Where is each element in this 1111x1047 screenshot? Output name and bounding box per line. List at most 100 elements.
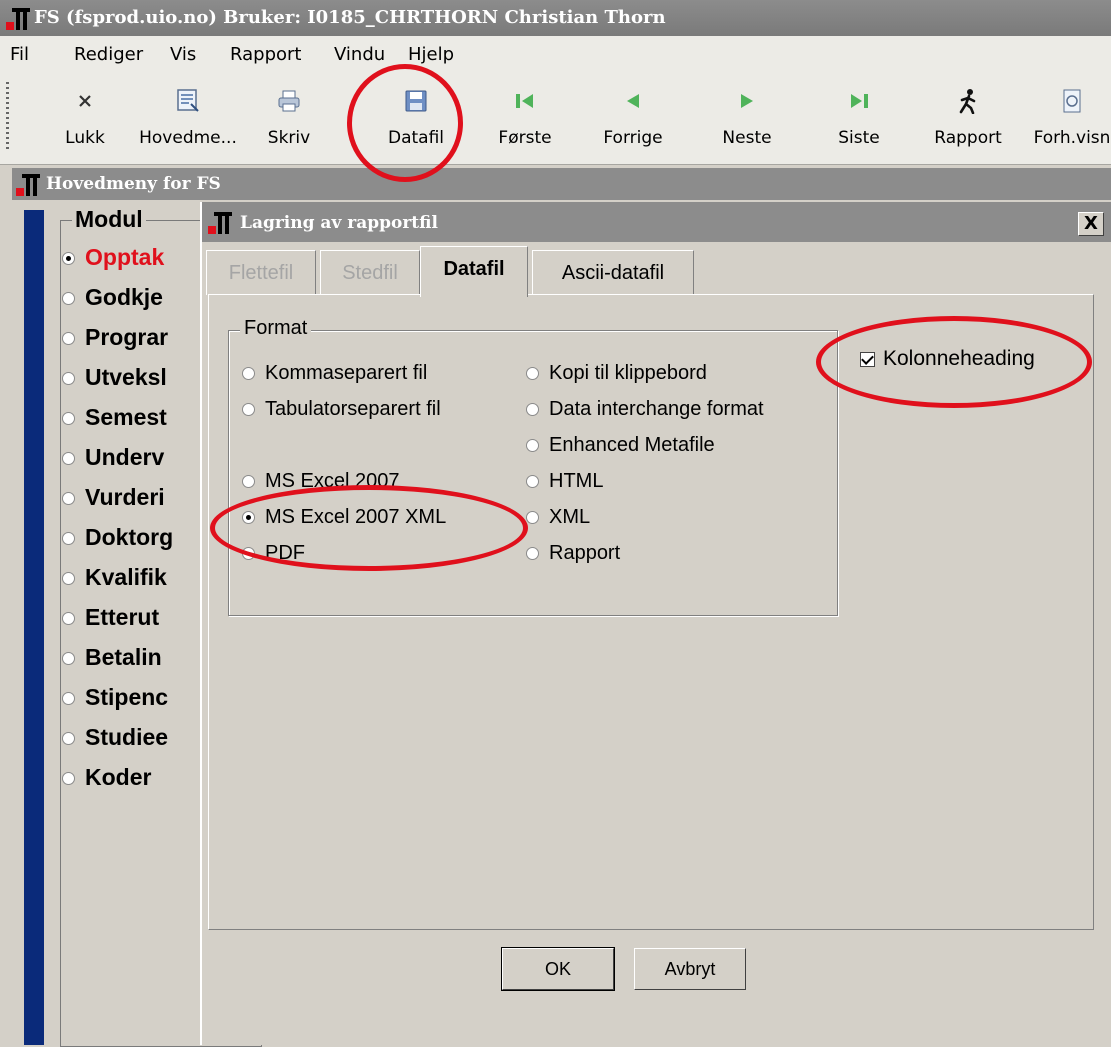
format-option-clipboard[interactable]: Kopi til klippebord xyxy=(526,362,707,385)
main-menu-button[interactable]: Hovedme... xyxy=(128,82,248,152)
tab-flettefil[interactable]: Flettefil xyxy=(206,250,316,295)
module-radio-godkjenning[interactable]: Godkje xyxy=(62,284,163,311)
print-icon xyxy=(256,84,322,118)
module-label: Koder xyxy=(85,764,152,790)
option-label: Rapport xyxy=(549,542,621,564)
preview-button-label: Forh.visn xyxy=(1033,128,1111,148)
previous-button[interactable]: Forrige xyxy=(588,82,678,152)
radio-icon xyxy=(62,652,75,666)
next-record-icon xyxy=(706,84,788,118)
preview-icon xyxy=(1022,84,1111,118)
next-button-label: Neste xyxy=(722,128,772,148)
app-title-bar: FS (fsprod.uio.no) Bruker: I0185_CHRTHOR… xyxy=(0,0,1111,36)
module-radio-opptak[interactable]: Opptak xyxy=(62,244,164,271)
module-radio-doktorgrad[interactable]: Doktorg xyxy=(62,524,173,551)
floppy-disk-icon xyxy=(366,84,466,118)
print-button-label: Skriv xyxy=(267,128,311,148)
format-option-ms-excel-2007-xml[interactable]: MS Excel 2007 XML xyxy=(242,506,446,529)
format-option-dif[interactable]: Data interchange format xyxy=(526,398,764,421)
option-label: XML xyxy=(549,506,591,528)
fs-logo-icon xyxy=(6,8,30,35)
menu-file[interactable]: Fil xyxy=(10,44,29,65)
module-label: Godkje xyxy=(85,284,163,310)
radio-icon xyxy=(62,532,75,546)
module-radio-semester[interactable]: Semest xyxy=(62,404,167,431)
checkbox-label: Kolonneheading xyxy=(883,347,1035,370)
main-menu-button-label: Hovedme... xyxy=(139,128,237,148)
preview-button[interactable]: Forh.visn xyxy=(1022,82,1111,152)
module-radio-undervisning[interactable]: Underv xyxy=(62,444,164,471)
radio-icon xyxy=(526,547,539,561)
option-label: Kopi til klippebord xyxy=(549,362,707,384)
module-radio-kvalifikasjon[interactable]: Kvalifik xyxy=(62,564,167,591)
option-label: Kommaseparert fil xyxy=(265,362,428,384)
format-option-pdf[interactable]: PDF xyxy=(242,542,305,565)
dialog-close-button[interactable]: X xyxy=(1078,212,1104,236)
column-heading-checkbox[interactable]: Kolonneheading xyxy=(860,347,1035,371)
module-label: Stipenc xyxy=(85,684,169,710)
menu-view[interactable]: Vis xyxy=(170,44,196,65)
dialog-title: Lagring av rapportfil xyxy=(240,213,438,233)
format-option-tab-separated[interactable]: Tabulatorseparert fil xyxy=(242,398,441,421)
module-label: Betalin xyxy=(85,644,162,670)
previous-record-icon xyxy=(588,84,678,118)
cancel-button[interactable]: Avbryt xyxy=(634,948,746,990)
next-button[interactable]: Neste xyxy=(706,82,788,152)
module-radio-stipend[interactable]: Stipenc xyxy=(62,684,168,711)
module-radio-etterutdanning[interactable]: Etterut xyxy=(62,604,159,631)
module-radio-program[interactable]: Prograr xyxy=(62,324,168,351)
module-label: Kvalifik xyxy=(85,564,167,590)
last-button-label: Siste xyxy=(838,128,880,148)
radio-icon xyxy=(526,475,539,489)
module-radio-utveksling[interactable]: Utveksl xyxy=(62,364,167,391)
radio-icon xyxy=(62,492,75,506)
radio-icon xyxy=(62,732,75,746)
window-title: FS (fsprod.uio.no) Bruker: I0185_CHRTHOR… xyxy=(34,7,666,28)
datafile-button-label: Datafil xyxy=(387,128,445,148)
format-option-ms-excel-2007[interactable]: MS Excel 2007 xyxy=(242,470,400,493)
menu-edit[interactable]: Rediger xyxy=(74,44,143,65)
checkbox-icon xyxy=(860,351,875,367)
menu-window[interactable]: Vindu xyxy=(334,44,385,65)
radio-icon xyxy=(526,439,539,453)
toolbar-grip[interactable] xyxy=(6,82,9,150)
first-button-label: Første xyxy=(498,128,552,148)
format-option-comma-separated[interactable]: Kommaseparert fil xyxy=(242,362,427,385)
last-button[interactable]: Siste xyxy=(822,82,896,152)
module-label: Semest xyxy=(85,404,167,430)
radio-icon xyxy=(62,572,75,586)
module-radio-betaling[interactable]: Betalin xyxy=(62,644,162,671)
menu-bar: Fil Rediger Vis Rapport Vindu Hjelp xyxy=(0,36,1111,72)
radio-icon xyxy=(526,367,539,381)
module-radio-vurdering[interactable]: Vurderi xyxy=(62,484,165,511)
module-label: Vurderi xyxy=(85,484,165,510)
modul-group-label: Modul xyxy=(72,206,146,233)
radio-icon xyxy=(62,612,75,626)
format-option-emf[interactable]: Enhanced Metafile xyxy=(526,434,715,457)
module-radio-studieelement[interactable]: Studiee xyxy=(62,724,168,751)
print-button[interactable]: Skriv xyxy=(256,82,322,152)
ok-button[interactable]: OK xyxy=(501,947,615,991)
first-record-icon xyxy=(484,84,566,118)
radio-icon xyxy=(242,475,255,489)
menu-report[interactable]: Rapport xyxy=(230,44,301,65)
format-option-rapport[interactable]: Rapport xyxy=(526,542,620,565)
report-button[interactable]: Rapport xyxy=(920,82,1016,152)
radio-icon xyxy=(62,292,75,306)
radio-icon xyxy=(526,403,539,417)
datafile-button[interactable]: Datafil xyxy=(366,82,466,152)
module-label: Underv xyxy=(85,444,165,470)
close-button[interactable]: Lukk xyxy=(50,82,120,152)
radio-icon xyxy=(62,252,75,266)
option-label: Tabulatorseparert fil xyxy=(265,398,441,420)
first-button[interactable]: Første xyxy=(484,82,566,152)
tab-datafil[interactable]: Datafil xyxy=(420,246,528,297)
tab-stedfil[interactable]: Stedfil xyxy=(320,250,420,295)
format-option-html[interactable]: HTML xyxy=(526,470,603,493)
module-radio-koder[interactable]: Koder xyxy=(62,764,151,791)
format-option-xml[interactable]: XML xyxy=(526,506,590,529)
tab-ascii-datafil[interactable]: Ascii-datafil xyxy=(532,250,694,295)
radio-icon xyxy=(242,547,255,561)
module-label: Opptak xyxy=(85,244,165,270)
menu-help[interactable]: Hjelp xyxy=(408,44,454,65)
